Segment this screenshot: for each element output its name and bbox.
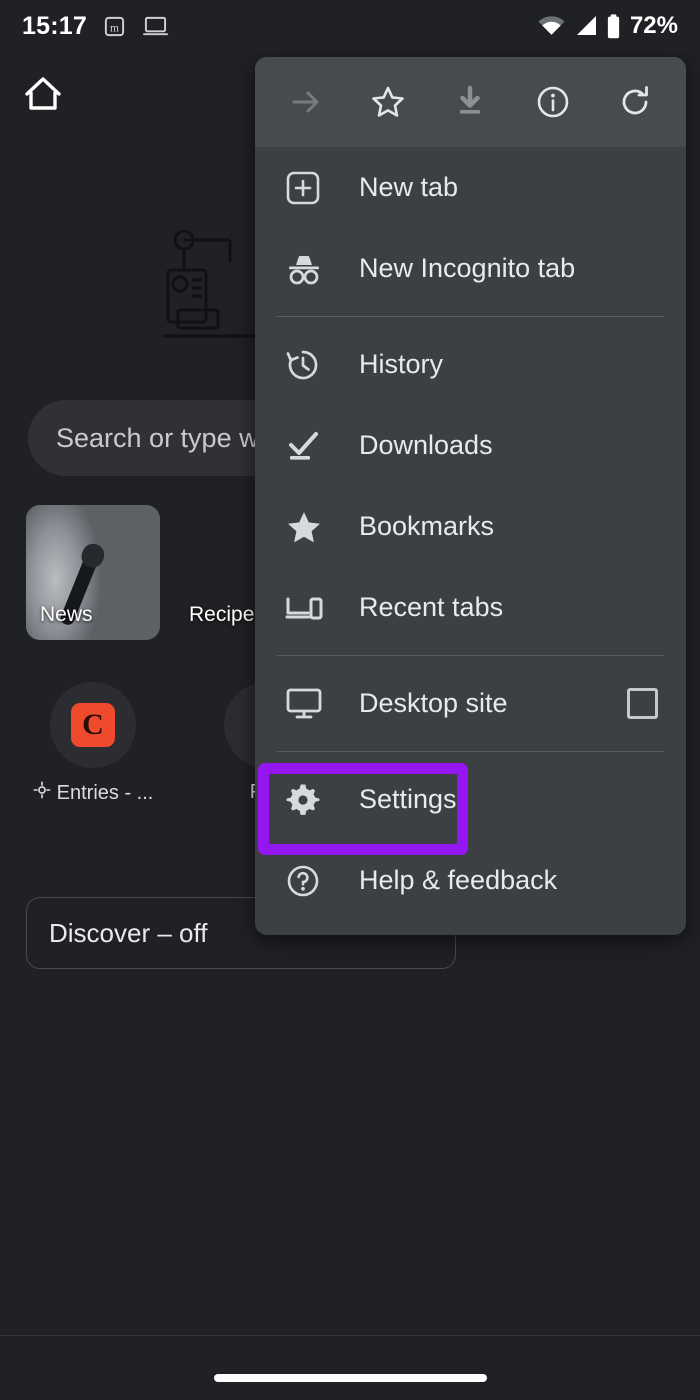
home-icon[interactable] [22,72,64,117]
desktop-site-checkbox[interactable] [627,688,658,719]
gear-icon [285,782,335,818]
question-circle-icon [285,863,335,899]
menu-item-settings[interactable]: Settings [255,759,686,840]
battery-icon [606,13,621,39]
history-clock-icon [285,347,335,383]
tile-news[interactable]: News [26,505,160,640]
incognito-icon [285,252,335,286]
plus-square-icon [285,170,335,206]
menu-item-label: Downloads [359,430,493,460]
menu-item-history[interactable]: History [255,324,686,405]
menu-quick-actions-toolbar [255,57,686,147]
battery-percent-label: 72% [629,12,678,39]
menu-divider [277,655,664,656]
tile-label: Recipe [189,603,255,626]
download-icon[interactable] [441,73,499,131]
wifi-icon [537,15,566,37]
monitor-icon [285,687,335,721]
shortcut-label: Entries - ... [56,781,154,804]
menu-item-label: New tab [359,172,459,202]
chrome-overflow-menu: New tab New Incognito tab History Downlo… [255,57,686,935]
svg-text:m: m [110,22,119,34]
status-bar-right: 72% [537,12,678,40]
cellular-signal-icon [573,15,599,37]
menu-item-help-and-feedback[interactable]: Help & feedback [255,840,686,921]
menu-item-label: Recent tabs [359,592,504,622]
status-bar: 15:17 m 72% [0,0,700,52]
devices-icon [285,593,335,623]
search-placeholder: Search or type w [56,422,259,453]
menu-item-desktop-site[interactable]: Desktop site [255,663,686,744]
menu-item-downloads[interactable]: Downloads [255,405,686,486]
laptop-icon [142,15,169,38]
info-circle-icon[interactable] [524,73,582,131]
shortcut-label-row: Entries - ... [33,781,154,805]
phone-screen: 15:17 m 72% Search or type w News Recipe… [0,0,700,1400]
shortcut-entries[interactable]: C Entries - ... [26,682,160,805]
menu-item-label: Desktop site [359,688,508,718]
shortcut-icon-circle: C [50,682,136,768]
home-gesture-pill[interactable] [213,1374,487,1382]
menu-item-label: History [359,349,444,379]
site-favicon-c: C [71,703,115,747]
system-navigation-bar [0,1335,700,1400]
menu-item-bookmarks[interactable]: Bookmarks [255,486,686,567]
menu-divider [277,316,664,317]
menu-item-new-tab[interactable]: New tab [255,147,686,228]
menu-item-label: New Incognito tab [359,253,576,283]
menu-item-new-incognito-tab[interactable]: New Incognito tab [255,228,686,309]
star-filled-icon [285,509,335,545]
menu-item-label: Bookmarks [359,511,495,541]
app-m-icon: m [103,15,126,38]
status-clock: 15:17 [22,11,87,40]
star-outline-icon[interactable] [359,73,417,131]
download-check-icon [285,428,335,464]
location-crosshair-icon [33,781,51,805]
menu-item-label: Help & feedback [359,865,558,895]
discover-label: Discover – off [49,917,208,948]
status-bar-left: 15:17 m [22,12,169,41]
reload-icon[interactable] [606,73,664,131]
menu-item-recent-tabs[interactable]: Recent tabs [255,567,686,648]
forward-arrow-icon[interactable] [277,73,335,131]
menu-divider [277,751,664,752]
tile-label: News [40,603,93,626]
menu-item-label: Settings [359,784,457,814]
